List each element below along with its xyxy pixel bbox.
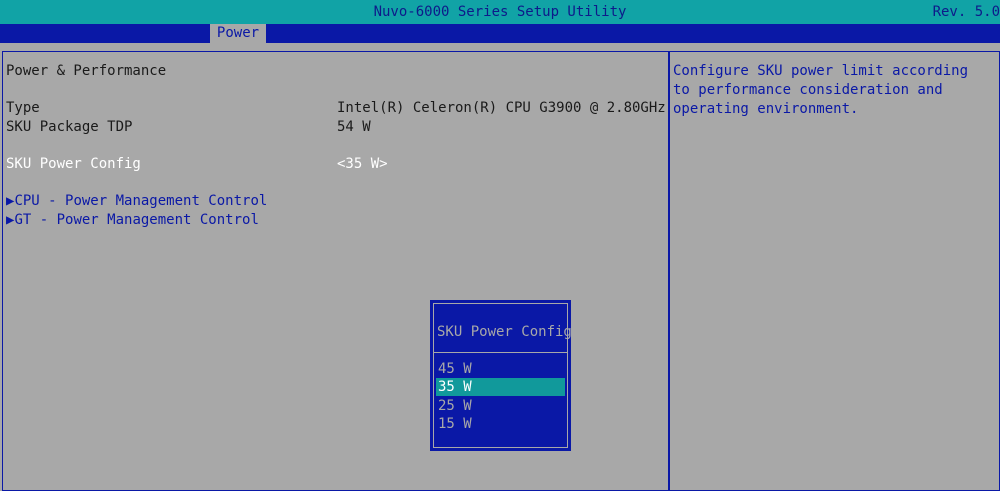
revision-label: Rev. 5.0 [932, 4, 1000, 20]
option-15w[interactable]: 15 W [436, 415, 565, 433]
utility-title: Nuvo-6000 Series Setup Utility [373, 4, 627, 20]
tdp-value: 54 W [337, 119, 371, 135]
bios-screen: Nuvo-6000 Series Setup Utility Rev. 5.0 … [0, 0, 1000, 491]
popup-divider [434, 352, 567, 353]
sku-power-config-value[interactable]: <35 W> [337, 156, 388, 172]
help-text: Configure SKU power limit according to p… [673, 63, 977, 117]
popup-frame: SKU Power Config 45 W 35 W 25 W 15 W [433, 303, 572, 448]
tdp-label: SKU Package TDP [6, 119, 133, 135]
cpu-type-value: Intel(R) Celeron(R) CPU G3900 @ 2.80GHz [337, 100, 666, 116]
section-title: Power & Performance [6, 63, 167, 79]
tab-power[interactable]: Power [210, 24, 266, 43]
cpu-type-label: Type [6, 100, 40, 116]
option-45w[interactable]: 45 W [436, 360, 565, 378]
title-bar: Nuvo-6000 Series Setup Utility Rev. 5.0 [0, 0, 1000, 24]
submenu-label: GT - Power Management Control [14, 212, 259, 228]
tab-bar: Power [0, 24, 1000, 43]
option-35w[interactable]: 35 W [436, 378, 565, 396]
submenu-label: CPU - Power Management Control [14, 193, 268, 209]
gt-power-management-link[interactable]: ▶GT - Power Management Control [6, 212, 259, 228]
cpu-power-management-link[interactable]: ▶CPU - Power Management Control [6, 193, 267, 209]
sku-power-config-popup: SKU Power Config 45 W 35 W 25 W 15 W [430, 300, 572, 451]
popup-title: SKU Power Config [437, 324, 572, 340]
option-25w[interactable]: 25 W [436, 397, 565, 415]
help-pane: Configure SKU power limit according to p… [669, 51, 1000, 491]
sku-power-config-label[interactable]: SKU Power Config [6, 156, 141, 172]
